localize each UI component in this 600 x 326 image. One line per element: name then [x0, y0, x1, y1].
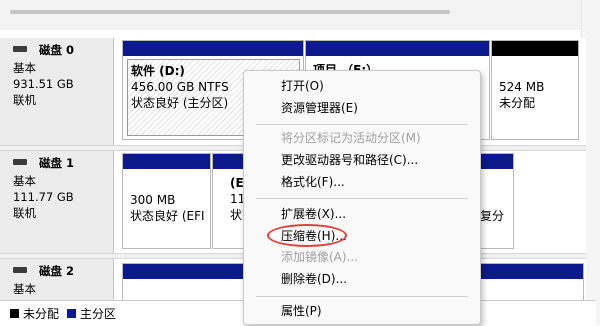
context-menu: 打开(O) 资源管理器(E) 将分区标记为活动分区(M) 更改驱动器号和路径(C… [243, 70, 481, 325]
disk-type: 基本 [13, 174, 36, 188]
partition-status: 复分 [480, 209, 505, 223]
disk-size: 931.51 GB [13, 77, 74, 91]
menu-separator [256, 296, 468, 297]
disk-status: 联机 [13, 206, 36, 220]
partition-size: 524 MB [499, 80, 545, 94]
partition-unallocated[interactable]: 524 MB 未分配 [491, 40, 579, 140]
menu-item-change-letter[interactable]: 更改驱动器号和路径(C)... [281, 151, 418, 169]
disk-type: 基本 [13, 61, 36, 75]
menu-item-explore[interactable]: 资源管理器(E) [281, 99, 358, 117]
partition-bar [492, 41, 578, 56]
menu-item-format[interactable]: 格式化(F)... [281, 173, 345, 191]
menu-item-mark-active[interactable]: 将分区标记为活动分区(M) [281, 129, 421, 147]
partition-status: 状态良好 (EFI [130, 209, 205, 223]
menu-item-delete[interactable]: 删除卷(D)... [281, 270, 347, 288]
disk-label-0[interactable]: 磁盘 0 基本 931.51 GB 联机 [0, 38, 114, 146]
disk-name: 磁盘 2 [39, 264, 75, 278]
horizontal-scrollbar[interactable] [10, 10, 450, 14]
disk-label-2[interactable]: 磁盘 2 基本 [0, 259, 114, 300]
legend-primary: 主分区 [80, 307, 117, 321]
disk-icon [13, 159, 27, 165]
disk-name: 磁盘 1 [39, 156, 75, 170]
menu-separator [256, 198, 468, 199]
partition-size: 300 MB [130, 193, 176, 207]
menu-item-add-mirror[interactable]: 添加镜像(A)... [281, 248, 358, 266]
legend-unallocated: 未分配 [23, 307, 60, 321]
disk-type: 基本 [13, 282, 36, 296]
top-toolbar-area [0, 0, 600, 30]
menu-item-open[interactable]: 打开(O) [281, 77, 324, 95]
disk-name: 磁盘 0 [39, 43, 75, 57]
disk-size: 111.77 GB [13, 190, 74, 204]
partition-bar [123, 41, 303, 56]
menu-item-extend[interactable]: 扩展卷(X)... [281, 205, 346, 223]
partition-status: 未分配 [499, 96, 536, 110]
menu-item-properties[interactable]: 属性(P) [281, 302, 322, 320]
disk-icon [13, 267, 27, 273]
unallocated-swatch [10, 309, 19, 318]
menu-item-shrink[interactable]: 压缩卷(H)... [281, 227, 347, 245]
disk-label-1[interactable]: 磁盘 1 基本 111.77 GB 联机 [0, 151, 114, 253]
primary-swatch [67, 309, 77, 318]
menu-separator [256, 124, 468, 125]
partition-bar [123, 154, 210, 169]
partition-efi[interactable]: 300 MB 状态良好 (EFI [122, 153, 211, 249]
disk-status: 联机 [13, 93, 36, 107]
disk-icon [13, 46, 27, 52]
partition-bar [306, 41, 489, 56]
